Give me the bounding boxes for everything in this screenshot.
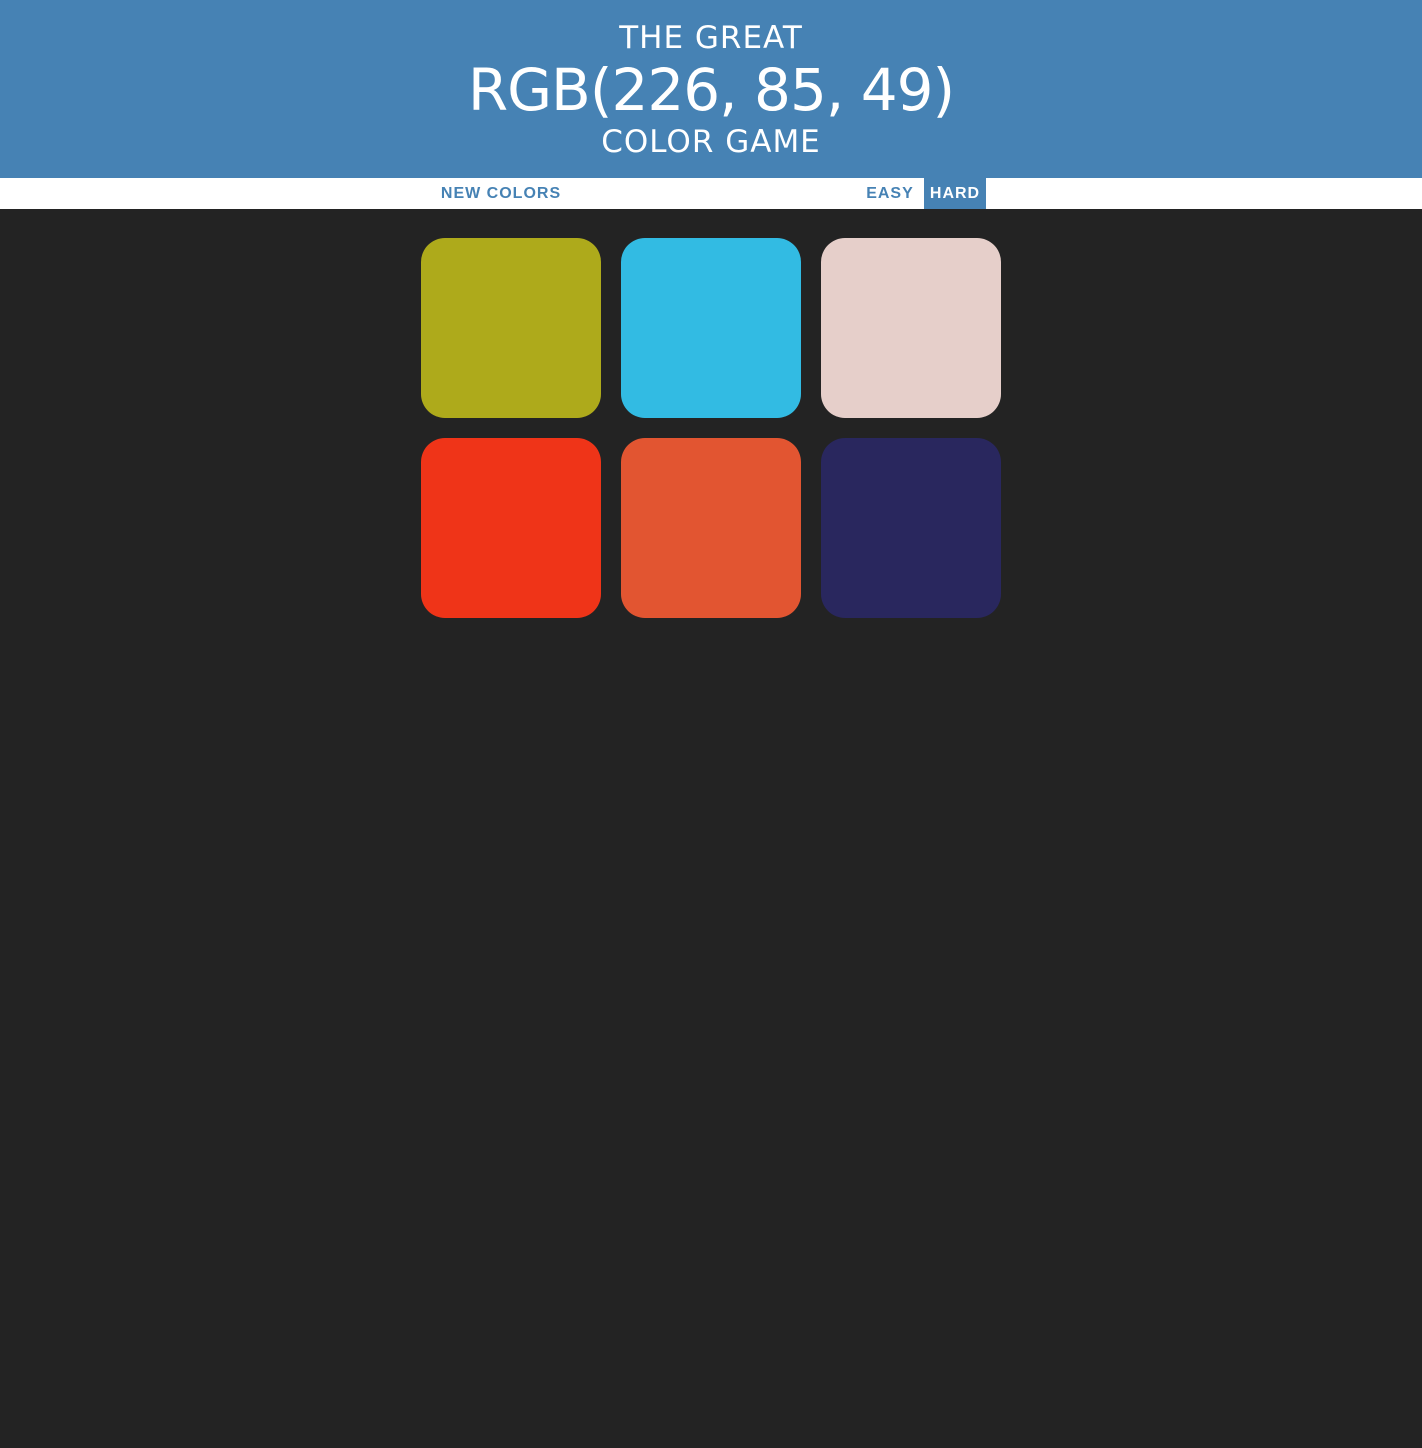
color-square[interactable]	[621, 238, 801, 418]
color-squares-grid	[421, 238, 1001, 618]
target-color-display: RGB(226, 85, 49)	[467, 56, 955, 124]
color-square[interactable]	[821, 238, 1001, 418]
color-square[interactable]	[421, 438, 601, 618]
title-line-color-game: COLOR GAME	[601, 124, 821, 160]
easy-mode-button[interactable]: EASY	[860, 178, 920, 209]
game-message	[600, 178, 822, 209]
color-square[interactable]	[621, 438, 801, 618]
color-square[interactable]	[421, 238, 601, 418]
game-header: THE GREAT RGB(226, 85, 49) COLOR GAME	[0, 0, 1422, 178]
color-square[interactable]	[821, 438, 1001, 618]
hard-mode-button[interactable]: HARD	[924, 178, 986, 209]
new-colors-button[interactable]: NEW COLORS	[428, 178, 574, 209]
control-stripe: NEW COLORS EASY HARD	[0, 178, 1422, 209]
